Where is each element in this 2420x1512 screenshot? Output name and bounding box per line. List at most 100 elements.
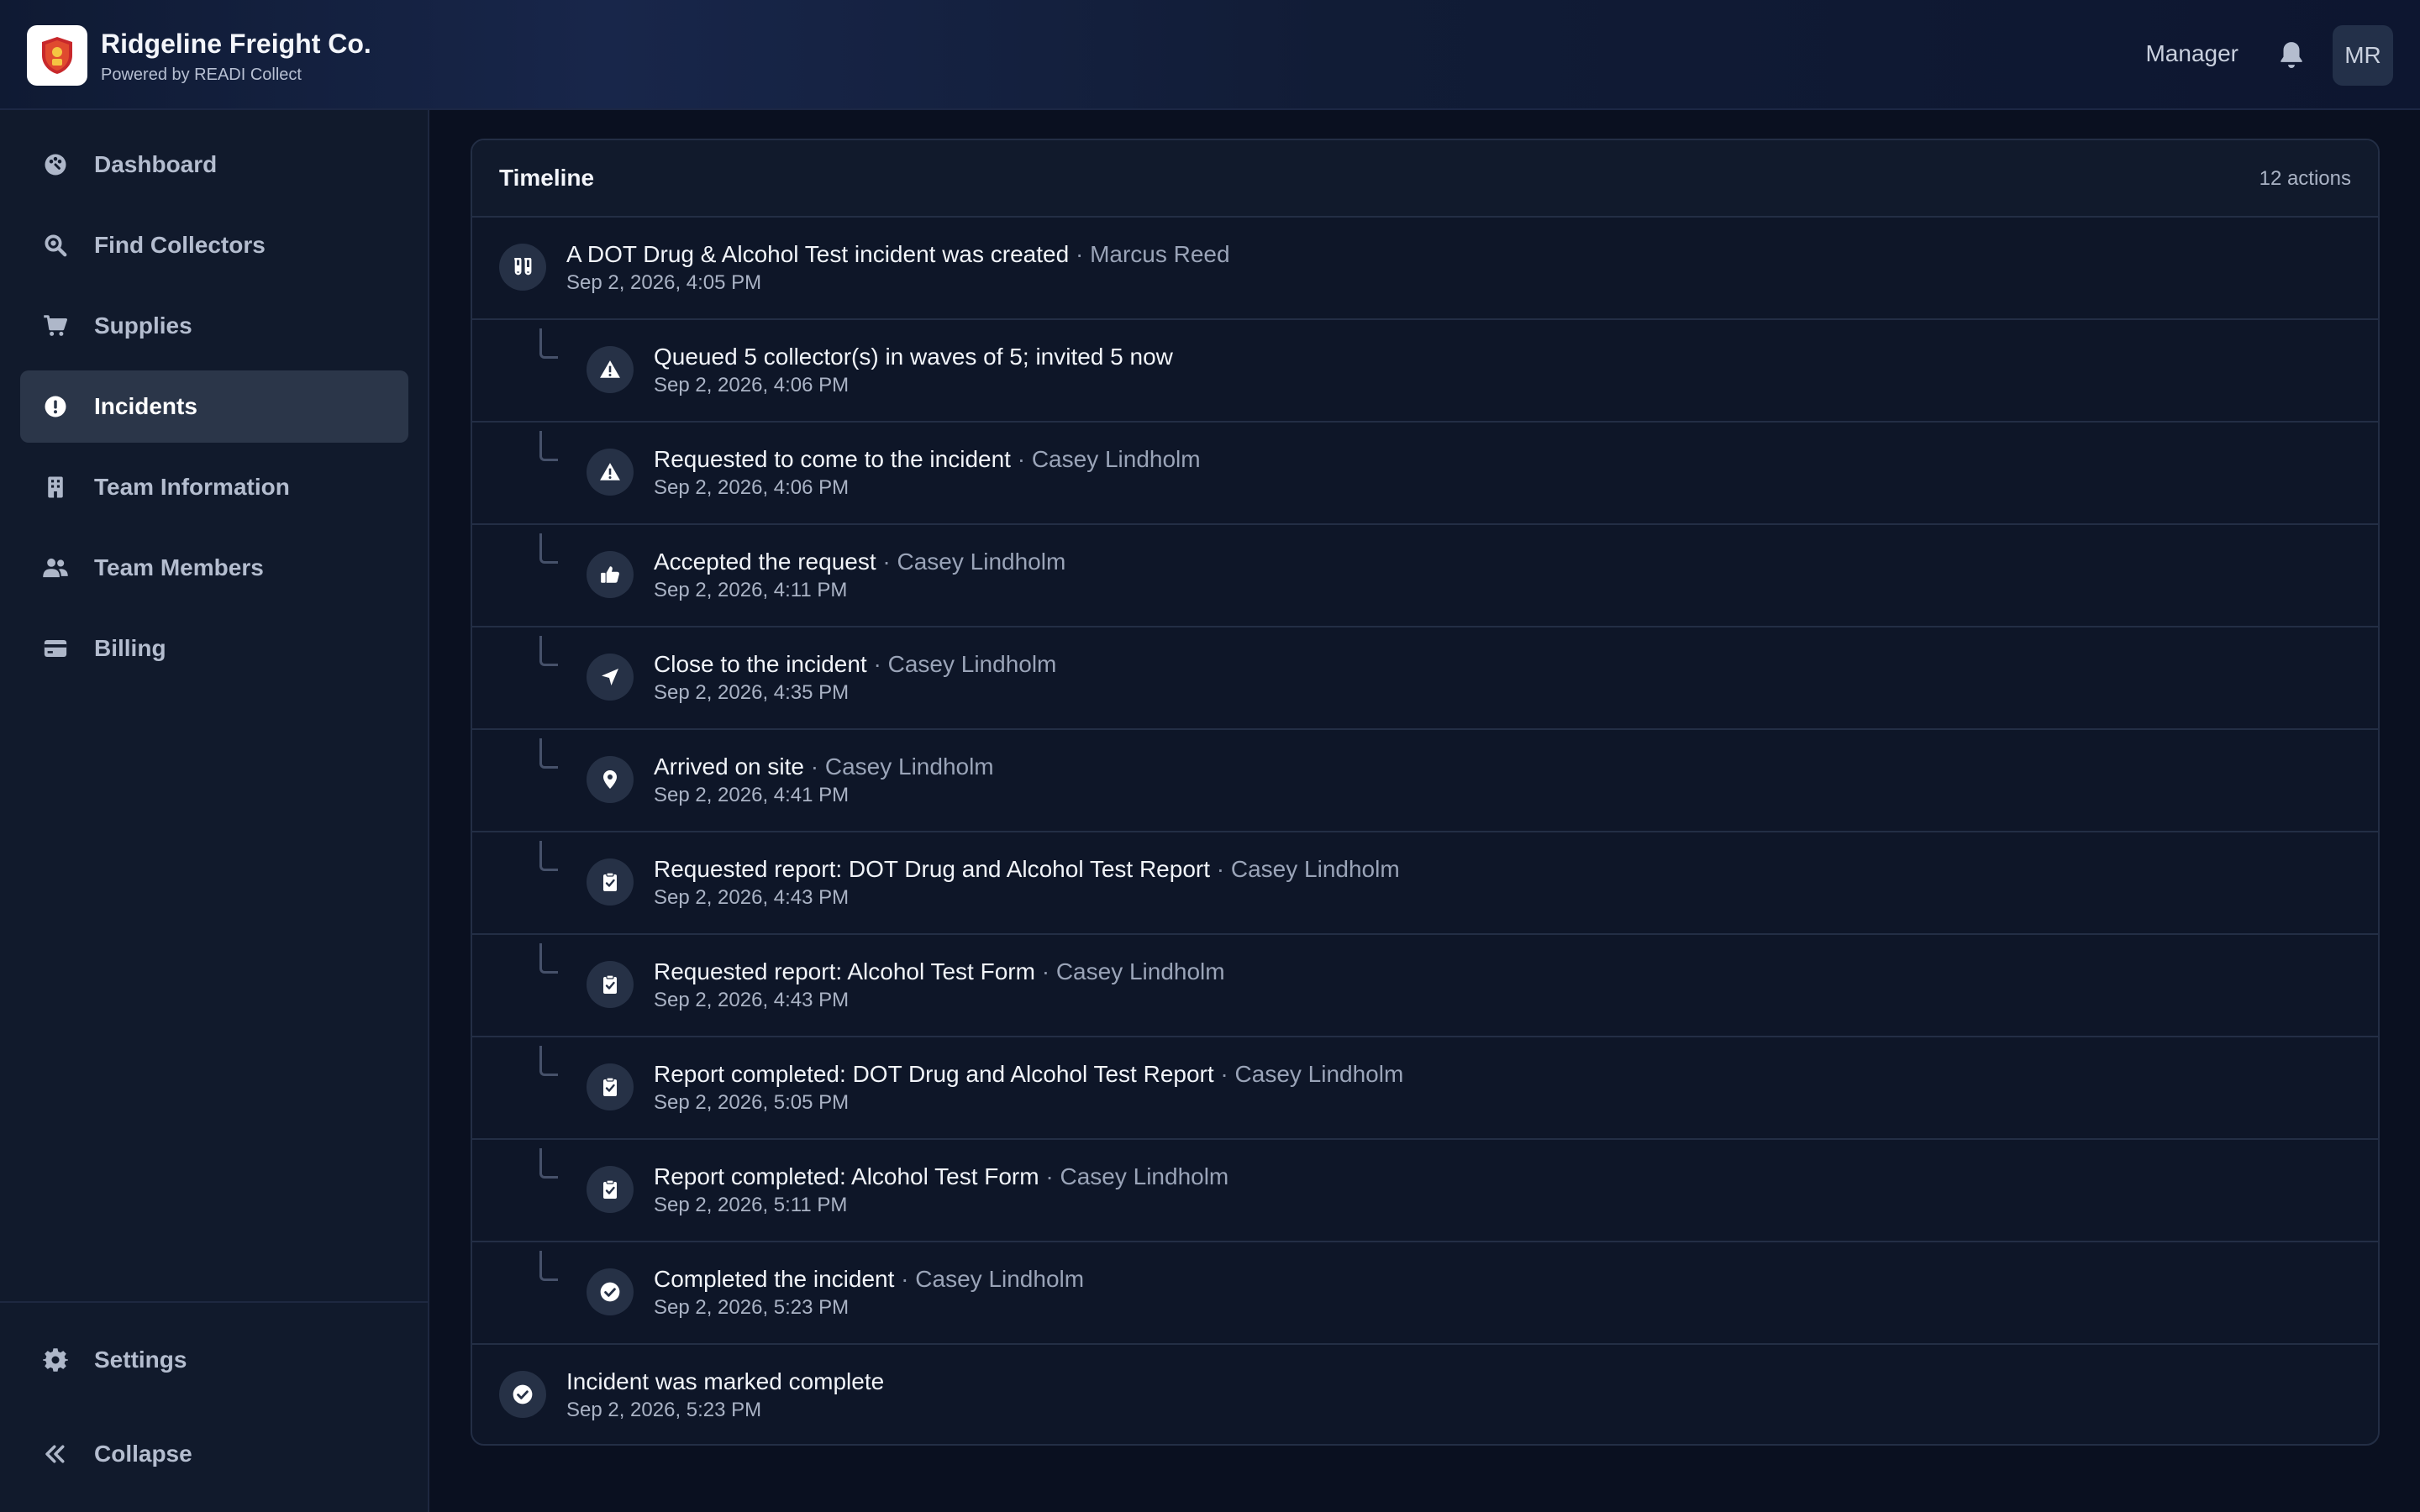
sidebar-item-find-collectors[interactable]: Find Collectors <box>20 209 408 281</box>
timeline-entry-time: Sep 2, 2026, 4:43 PM <box>654 886 850 909</box>
users-icon <box>42 554 69 581</box>
timeline-entry-actor[interactable]: Casey Lindholm <box>888 651 1057 677</box>
flask-icon <box>499 244 546 291</box>
timeline-entry: Requested report: DOT Drug and Alcohol T… <box>472 832 2378 935</box>
timeline-entry-time: Sep 2, 2026, 4:06 PM <box>654 374 850 396</box>
app-header: Ridgeline Freight Co. Powered by READI C… <box>0 0 2420 110</box>
chevrons-left-icon <box>42 1441 69 1467</box>
clipboard-check-icon <box>587 961 634 1008</box>
sidebar-item-label: Collapse <box>94 1441 192 1467</box>
sidebar-item-label: Find Collectors <box>94 232 266 258</box>
thumbs-up-icon <box>587 551 634 598</box>
branch-connector <box>539 431 558 461</box>
timeline-entry-actor[interactable]: Casey Lindholm <box>1231 856 1400 882</box>
clipboard-check-icon <box>587 1063 634 1110</box>
timeline-entry-actor[interactable]: Marcus Reed <box>1090 241 1230 267</box>
clipboard-check-icon <box>587 858 634 906</box>
timeline-entry: Incident was marked complete Sep 2, 2026… <box>472 1345 2378 1444</box>
timeline-entry-text: Completed the incident · Casey Lindholm <box>654 1266 1085 1292</box>
timeline-entry: Completed the incident · Casey Lindholm … <box>472 1242 2378 1345</box>
timeline-entry: Arrived on site · Casey Lindholm Sep 2, … <box>472 730 2378 832</box>
branch-connector <box>539 943 558 974</box>
timeline-entry-time: Sep 2, 2026, 5:05 PM <box>654 1091 850 1114</box>
sidebar-item-supplies[interactable]: Supplies <box>20 290 408 362</box>
timeline-entry-text: Incident was marked complete <box>566 1368 885 1394</box>
timeline-entry: Accepted the request · Casey Lindholm Se… <box>472 525 2378 627</box>
sidebar-item-settings[interactable]: Settings <box>20 1324 408 1396</box>
timeline-entry-text: Requested report: DOT Drug and Alcohol T… <box>654 856 1400 882</box>
sidebar-item-label: Settings <box>94 1347 187 1373</box>
timeline-header: Timeline 12 actions <box>472 140 2378 218</box>
timeline-entry: A DOT Drug & Alcohol Test incident was c… <box>472 218 2378 320</box>
sidebar-item-team-members[interactable]: Team Members <box>20 532 408 604</box>
shield-logo-icon <box>42 37 72 74</box>
timeline-entry: Report completed: Alcohol Test Form · Ca… <box>472 1140 2378 1242</box>
brand-title: Ridgeline Freight Co. <box>101 29 371 59</box>
search-icon <box>42 232 69 259</box>
timeline-entry-actor[interactable]: Casey Lindholm <box>897 549 1066 575</box>
check-circle-icon <box>587 1268 634 1315</box>
sidebar: Dashboard Find Collectors Supplies Incid… <box>0 110 429 1512</box>
sidebar-item-team-information[interactable]: Team Information <box>20 451 408 523</box>
branch-connector <box>539 1251 558 1281</box>
timeline-entry-text: Accepted the request · Casey Lindholm <box>654 549 1066 575</box>
timeline-entry-time: Sep 2, 2026, 4:06 PM <box>654 476 850 499</box>
timeline-entry-text: Requested to come to the incident · Case… <box>654 446 1201 472</box>
timeline-action-count: 12 actions <box>2259 167 2351 190</box>
timeline-entry: Report completed: DOT Drug and Alcohol T… <box>472 1037 2378 1140</box>
sidebar-collapse-button[interactable]: Collapse <box>20 1418 408 1490</box>
sidebar-item-dashboard[interactable]: Dashboard <box>20 129 408 201</box>
sidebar-item-label: Billing <box>94 635 166 661</box>
timeline-entry-text: A DOT Drug & Alcohol Test incident was c… <box>566 241 1230 267</box>
cart-icon <box>42 312 69 339</box>
timeline-entry-time: Sep 2, 2026, 5:11 PM <box>654 1194 848 1216</box>
timeline-title: Timeline <box>499 165 595 191</box>
clipboard-check-icon <box>587 1166 634 1213</box>
timeline-entry: Requested to come to the incident · Case… <box>472 423 2378 525</box>
timeline-entry-actor[interactable]: Casey Lindholm <box>1235 1061 1404 1087</box>
notifications-button[interactable] <box>2275 39 2307 72</box>
branch-connector <box>539 738 558 769</box>
timeline-entry-time: Sep 2, 2026, 4:43 PM <box>654 989 850 1011</box>
user-avatar[interactable]: MR <box>2333 25 2393 86</box>
branch-connector <box>539 636 558 666</box>
gear-icon <box>42 1347 69 1373</box>
timeline-entry-time: Sep 2, 2026, 5:23 PM <box>654 1296 850 1319</box>
warning-icon <box>587 449 634 496</box>
map-pin-icon <box>587 756 634 803</box>
timeline-entry-text: Close to the incident · Casey Lindholm <box>654 651 1057 677</box>
branch-connector <box>539 328 558 359</box>
sidebar-item-label: Dashboard <box>94 151 218 177</box>
role-label[interactable]: Manager <box>2145 40 2238 67</box>
timeline-entry-time: Sep 2, 2026, 4:11 PM <box>654 579 848 601</box>
timeline-entry-actor[interactable]: Casey Lindholm <box>1056 958 1225 984</box>
timeline-entry-actor[interactable]: Casey Lindholm <box>825 753 994 780</box>
company-logo[interactable] <box>27 25 87 86</box>
timeline-entry-time: Sep 2, 2026, 4:41 PM <box>654 784 850 806</box>
branch-connector <box>539 1046 558 1076</box>
check-circle-icon <box>499 1371 546 1418</box>
timeline-entry-time: Sep 2, 2026, 4:35 PM <box>654 681 850 704</box>
timeline-entry: Close to the incident · Casey Lindholm S… <box>472 627 2378 730</box>
timeline-entry-actor[interactable]: Casey Lindholm <box>1032 446 1201 472</box>
sidebar-item-incidents[interactable]: Incidents <box>20 370 408 443</box>
sidebar-divider <box>0 1301 428 1303</box>
sidebar-item-billing[interactable]: Billing <box>20 612 408 685</box>
timeline-entry-time: Sep 2, 2026, 4:05 PM <box>566 271 762 294</box>
branch-connector <box>539 533 558 564</box>
sidebar-item-label: Supplies <box>94 312 192 339</box>
alert-circle-icon <box>42 393 69 420</box>
palette-icon <box>42 151 69 178</box>
timeline-entry-actor[interactable]: Casey Lindholm <box>1060 1163 1228 1189</box>
sidebar-item-label: Team Information <box>94 474 290 500</box>
credit-card-icon <box>42 635 69 662</box>
branch-connector <box>539 1148 558 1179</box>
timeline-entry-text: Requested report: Alcohol Test Form · Ca… <box>654 958 1225 984</box>
timeline-card: Timeline 12 actions A DOT Drug & Alcohol… <box>471 139 2380 1446</box>
timeline-entry-text: Queued 5 collector(s) in waves of 5; inv… <box>654 344 1173 370</box>
timeline-entry-text: Arrived on site · Casey Lindholm <box>654 753 994 780</box>
brand-subtitle: Powered by READI Collect <box>101 66 302 84</box>
timeline-entry-actor[interactable]: Casey Lindholm <box>915 1266 1084 1292</box>
sidebar-item-label: Incidents <box>94 393 197 419</box>
timeline-entry: Requested report: Alcohol Test Form · Ca… <box>472 935 2378 1037</box>
